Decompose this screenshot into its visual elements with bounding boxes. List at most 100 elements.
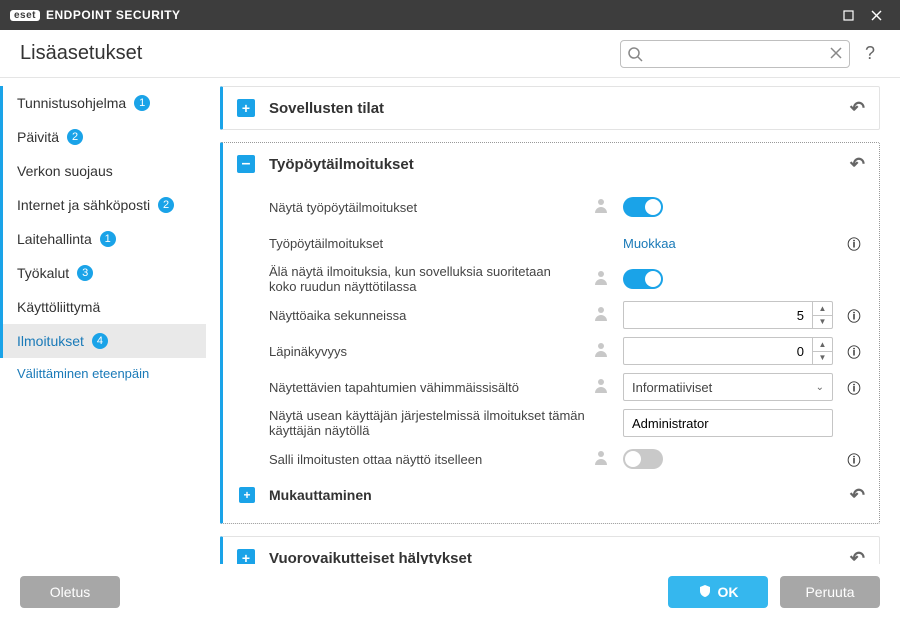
section-header-desktop-notifications[interactable]: – Työpöytäilmoitukset ↶ bbox=[223, 143, 879, 185]
sidebar-sublink-forwarding[interactable]: Välittäminen eteenpäin bbox=[0, 358, 206, 388]
subsection-customization[interactable]: + Mukauttaminen ↶ bbox=[239, 477, 865, 513]
spin-down-icon[interactable]: ▼ bbox=[813, 316, 832, 329]
row-label: Näytä työpöytäilmoitukset bbox=[269, 200, 583, 215]
toggle-show-desktop[interactable] bbox=[623, 197, 663, 217]
info-icon[interactable]: ⓘ bbox=[843, 342, 865, 361]
row-desktop-notifications: Työpöytäilmoitukset Muokkaa ⓘ bbox=[269, 225, 865, 261]
sidebar-item-label: Internet ja sähköposti bbox=[17, 197, 150, 213]
sidebar-item-update[interactable]: Päivitä 2 bbox=[0, 120, 206, 154]
select-value: Informatiiviset bbox=[632, 380, 712, 395]
sidebar-item-label: Verkon suojaus bbox=[17, 163, 113, 179]
min-severity-select[interactable]: Informatiiviset ⌄ bbox=[623, 373, 833, 401]
section-desktop-notifications: – Työpöytäilmoitukset ↶ Näytä työpöytäil… bbox=[220, 142, 880, 524]
toggle-no-fullscreen[interactable] bbox=[623, 269, 663, 289]
sidebar-item-label: Laitehallinta bbox=[17, 231, 92, 247]
expand-icon: + bbox=[237, 99, 255, 117]
section-title: Työpöytäilmoitukset bbox=[269, 156, 414, 173]
sidebar-badge: 3 bbox=[77, 265, 93, 281]
sidebar-item-network[interactable]: Verkon suojaus bbox=[0, 154, 206, 188]
section-header-interactive-alerts[interactable]: + Vuorovaikutteiset hälytykset ↶ bbox=[223, 537, 879, 564]
multiuser-input[interactable] bbox=[632, 416, 824, 431]
search-icon bbox=[627, 46, 643, 67]
revert-icon[interactable]: ↶ bbox=[850, 485, 865, 506]
row-no-fullscreen: Älä näytä ilmoituksia, kun sovelluksia s… bbox=[269, 261, 865, 297]
transparency-stepper[interactable]: ▲ ▼ bbox=[623, 337, 833, 365]
info-icon[interactable]: ⓘ bbox=[843, 378, 865, 397]
sidebar-item-label: Tunnistusohjelma bbox=[17, 95, 126, 111]
sidebar-item-web-email[interactable]: Internet ja sähköposti 2 bbox=[0, 188, 206, 222]
row-label: Näytä usean käyttäjän järjestelmissä ilm… bbox=[269, 408, 613, 438]
edit-link[interactable]: Muokkaa bbox=[623, 236, 676, 251]
row-label: Älä näytä ilmoituksia, kun sovelluksia s… bbox=[269, 264, 583, 294]
display-seconds-stepper[interactable]: ▲ ▼ bbox=[623, 301, 833, 329]
window-close-icon[interactable] bbox=[862, 0, 890, 30]
sidebar-item-tools[interactable]: Työkalut 3 bbox=[0, 256, 206, 290]
display-seconds-input[interactable] bbox=[632, 308, 824, 323]
ok-button[interactable]: OK bbox=[668, 576, 768, 608]
footer: Oletus OK Peruuta bbox=[0, 564, 900, 620]
help-button[interactable]: ? bbox=[860, 43, 880, 64]
sidebar-badge: 1 bbox=[134, 95, 150, 111]
sidebar: Tunnistusohjelma 1 Päivitä 2 Verkon suoj… bbox=[0, 78, 210, 564]
policy-icon bbox=[593, 270, 609, 289]
brand-pill: eset bbox=[10, 10, 40, 21]
header: Lisäasetukset ? bbox=[0, 30, 900, 78]
sidebar-item-label: Päivitä bbox=[17, 129, 59, 145]
multiuser-textbox[interactable] bbox=[623, 409, 833, 437]
row-min-severity: Näytettävien tapahtumien vähimmäissisält… bbox=[269, 369, 865, 405]
button-label: OK bbox=[718, 584, 739, 600]
search-clear-icon[interactable] bbox=[829, 46, 843, 65]
row-display-seconds: Näyttöaika sekunneissa ▲ ▼ ⓘ bbox=[269, 297, 865, 333]
sidebar-item-detection-engine[interactable]: Tunnistusohjelma 1 bbox=[0, 86, 206, 120]
sidebar-badge: 2 bbox=[67, 129, 83, 145]
default-button[interactable]: Oletus bbox=[20, 576, 120, 608]
toggle-allow-focus[interactable] bbox=[623, 449, 663, 469]
collapse-icon: – bbox=[237, 155, 255, 173]
sidebar-sublink-label: Välittäminen eteenpäin bbox=[17, 366, 149, 381]
info-icon[interactable]: ⓘ bbox=[843, 450, 865, 469]
titlebar: eset ENDPOINT SECURITY bbox=[0, 0, 900, 30]
spin-up-icon[interactable]: ▲ bbox=[813, 302, 832, 316]
revert-icon[interactable]: ↶ bbox=[850, 98, 865, 119]
row-multiuser-display: Näytä usean käyttäjän järjestelmissä ilm… bbox=[269, 405, 865, 441]
policy-icon bbox=[593, 342, 609, 361]
expand-icon: + bbox=[239, 487, 255, 503]
page-title: Lisäasetukset bbox=[20, 42, 142, 65]
row-label: Työpöytäilmoitukset bbox=[269, 236, 613, 251]
expand-icon: + bbox=[237, 549, 255, 564]
row-label: Salli ilmoitusten ottaa näyttö itselleen bbox=[269, 452, 583, 467]
row-show-desktop-notifications: Näytä työpöytäilmoitukset bbox=[269, 189, 865, 225]
sidebar-item-label: Käyttöliittymä bbox=[17, 299, 100, 315]
spin-down-icon[interactable]: ▼ bbox=[813, 352, 832, 365]
sidebar-item-ui[interactable]: Käyttöliittymä bbox=[0, 290, 206, 324]
row-label: Näytettävien tapahtumien vähimmäissisält… bbox=[269, 380, 583, 395]
section-header-app-states[interactable]: + Sovellusten tilat ↶ bbox=[223, 87, 879, 129]
cancel-button[interactable]: Peruuta bbox=[780, 576, 880, 608]
info-icon[interactable]: ⓘ bbox=[843, 234, 865, 253]
policy-icon bbox=[593, 198, 609, 217]
info-icon[interactable]: ⓘ bbox=[843, 306, 865, 325]
transparency-input[interactable] bbox=[632, 344, 824, 359]
row-allow-focus: Salli ilmoitusten ottaa näyttö itselleen… bbox=[269, 441, 865, 477]
brand: eset ENDPOINT SECURITY bbox=[10, 8, 181, 22]
policy-icon bbox=[593, 378, 609, 397]
sidebar-badge: 1 bbox=[100, 231, 116, 247]
row-label: Näyttöaika sekunneissa bbox=[269, 308, 583, 323]
policy-icon bbox=[593, 450, 609, 469]
section-app-states: + Sovellusten tilat ↶ bbox=[220, 86, 880, 130]
revert-icon[interactable]: ↶ bbox=[850, 154, 865, 175]
row-label: Läpinäkyvyys bbox=[269, 344, 583, 359]
search-input-wrapper[interactable] bbox=[620, 40, 850, 68]
search-input[interactable] bbox=[649, 46, 823, 61]
spin-up-icon[interactable]: ▲ bbox=[813, 338, 832, 352]
sidebar-badge: 4 bbox=[92, 333, 108, 349]
sidebar-badge: 2 bbox=[158, 197, 174, 213]
section-title: Sovellusten tilat bbox=[269, 100, 384, 117]
sidebar-item-device-control[interactable]: Laitehallinta 1 bbox=[0, 222, 206, 256]
sidebar-item-notifications[interactable]: Ilmoitukset 4 bbox=[0, 324, 206, 358]
window-maximize-icon[interactable] bbox=[834, 0, 862, 30]
button-label: Peruuta bbox=[805, 584, 854, 600]
row-transparency: Läpinäkyvyys ▲ ▼ ⓘ bbox=[269, 333, 865, 369]
revert-icon[interactable]: ↶ bbox=[850, 548, 865, 565]
button-label: Oletus bbox=[50, 584, 90, 600]
